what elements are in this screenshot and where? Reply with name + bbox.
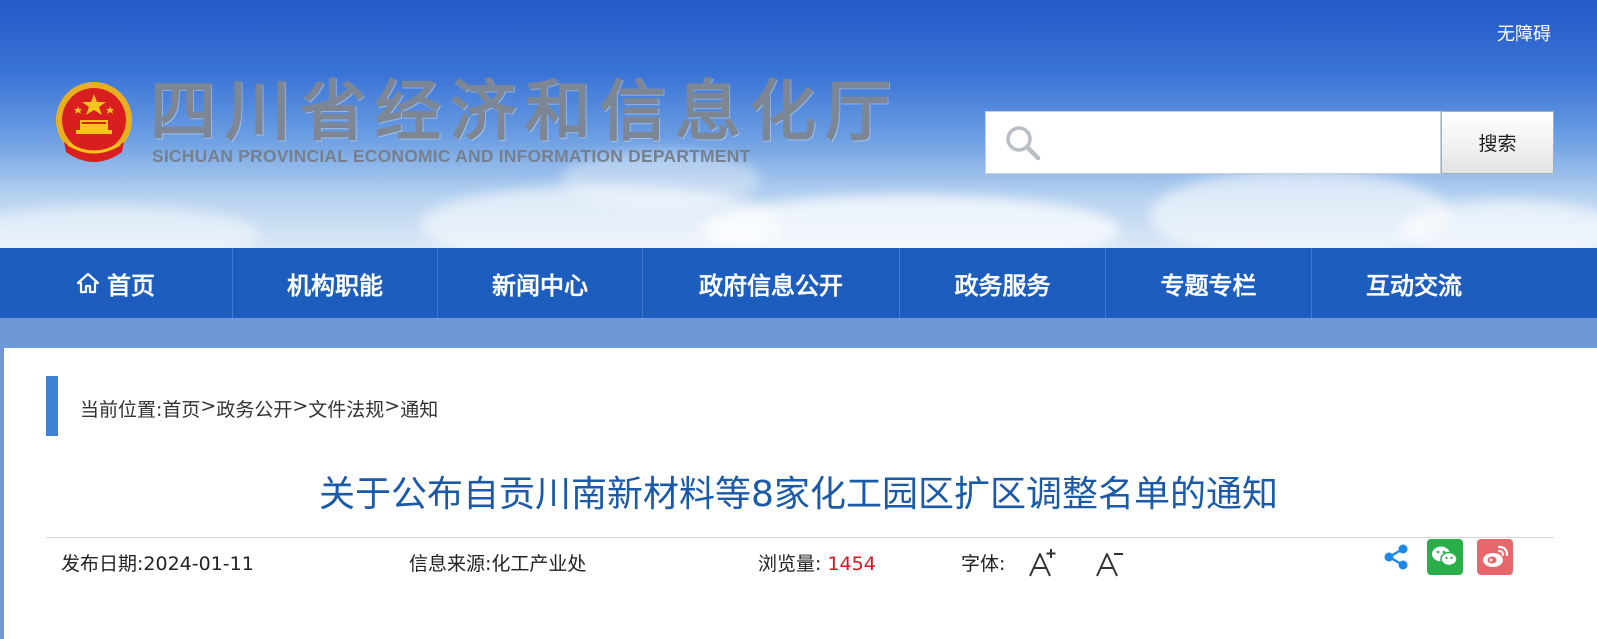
view-count: 浏览量: 1454 (758, 549, 876, 576)
nav-item-interaction[interactable]: 互动交流 (1312, 248, 1516, 318)
breadcrumb: 当前位置: 首页 > 政务公开 > 文件法规 > 通知 (80, 395, 438, 422)
info-source: 信息来源:化工产业处 (409, 549, 586, 576)
view-count-value: 1454 (827, 553, 876, 575)
cloud-decoration (0, 205, 260, 248)
search-icon (1006, 126, 1041, 161)
nav-item-label: 互动交流 (1366, 271, 1462, 300)
breadcrumb-item-home[interactable]: 首页 (162, 395, 200, 422)
publish-date: 发布日期:2024-01-11 (61, 549, 254, 576)
view-count-label: 浏览量: (758, 553, 828, 575)
breadcrumb-item-notices[interactable]: 通知 (400, 395, 438, 422)
wechat-icon[interactable] (1427, 539, 1463, 575)
font-size-control: 字体: (961, 549, 1005, 576)
nav-item-gov-info[interactable]: 政府信息公开 (643, 248, 900, 318)
nav-item-label: 新闻中心 (492, 271, 588, 300)
main-nav: 首页 机构职能 新闻中心 政府信息公开 政务服务 专题专栏 互动交流 (0, 248, 1597, 318)
nav-item-services[interactable]: 政务服务 (900, 248, 1106, 318)
publish-date-value: 2024-01-11 (143, 553, 254, 575)
site-title-english: SICHUAN PROVINCIAL ECONOMIC AND INFORMAT… (152, 146, 751, 166)
breadcrumb-separator: > (200, 395, 217, 417)
search-button[interactable]: 搜索 (1441, 111, 1554, 174)
site-title: 四川省经济和信息化厅 (150, 73, 900, 150)
cloud-decoration (700, 195, 1120, 248)
publish-date-label: 发布日期: (61, 553, 144, 575)
accessibility-link[interactable]: 无障碍 (1497, 20, 1551, 46)
nav-item-topics[interactable]: 专题专栏 (1106, 248, 1312, 318)
header-banner: 无障碍 四川省经济和信息化厅 SICHUAN PROVINCIAL ECONOM… (0, 0, 1597, 248)
nav-item-label: 首页 (107, 271, 155, 300)
breadcrumb-item-documents[interactable]: 文件法规 (308, 395, 384, 422)
nav-item-label: 专题专栏 (1160, 271, 1257, 300)
search-box (985, 111, 1441, 174)
title-divider (46, 537, 1554, 538)
breadcrumb-separator: > (292, 395, 309, 417)
breadcrumb-separator: > (384, 395, 401, 417)
breadcrumb-prefix: 当前位置: (80, 399, 163, 421)
breadcrumb-item-gov-affairs[interactable]: 政务公开 (216, 395, 292, 422)
nav-item-label: 政务服务 (954, 271, 1051, 300)
weibo-icon[interactable] (1477, 539, 1513, 575)
nav-item-label: 政府信息公开 (699, 271, 843, 300)
font-size-label: 字体: (961, 553, 1006, 575)
share-icon[interactable] (1382, 543, 1410, 571)
nav-item-home[interactable]: 首页 (0, 248, 233, 318)
font-increase-icon[interactable] (1027, 546, 1059, 580)
nav-subbar (0, 318, 1597, 348)
info-source-value: 化工产业处 (491, 553, 587, 575)
nav-item-org[interactable]: 机构职能 (233, 248, 438, 318)
info-source-label: 信息来源: (409, 553, 492, 575)
search-input[interactable] (1052, 122, 1432, 164)
font-decrease-icon[interactable] (1094, 546, 1126, 580)
article-title: 关于公布自贡川南新材料等8家化工园区扩区调整名单的通知 (319, 474, 1278, 515)
home-icon (77, 272, 99, 294)
breadcrumb-accent-bar (46, 376, 58, 436)
nav-item-label: 机构职能 (287, 271, 383, 300)
national-emblem-icon (56, 82, 132, 162)
nav-item-news[interactable]: 新闻中心 (438, 248, 643, 318)
